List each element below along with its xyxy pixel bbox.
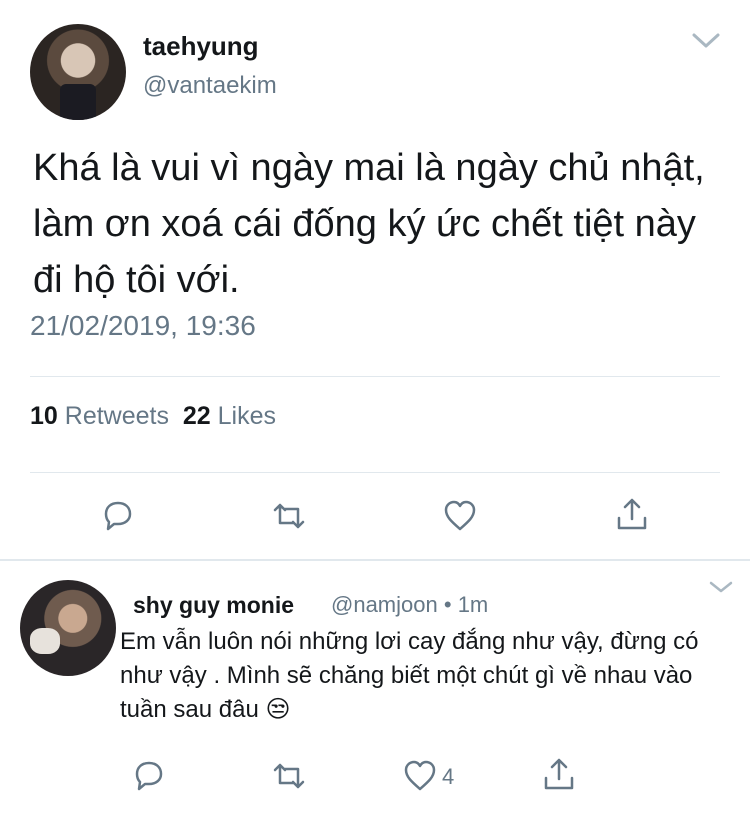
- author-name[interactable]: taehyung: [143, 31, 259, 62]
- divider: [0, 559, 750, 561]
- divider: [30, 376, 720, 377]
- author-handle[interactable]: @vantaekim: [143, 72, 277, 100]
- reply-separator: •: [443, 592, 452, 617]
- like-icon[interactable]: [442, 498, 478, 534]
- reply-avatar[interactable]: [20, 580, 116, 676]
- tweet-stats: 10 Retweets 22 Likes: [30, 402, 276, 431]
- chevron-down-icon[interactable]: [690, 28, 722, 52]
- reply-author-name[interactable]: shy guy monie: [133, 592, 294, 619]
- reply-like-count: 4: [442, 764, 455, 789]
- tweet-timestamp: 21/02/2019, 19:36: [30, 310, 256, 341]
- like-count[interactable]: 22: [183, 402, 211, 430]
- reply-icon[interactable]: [131, 758, 167, 794]
- tweet-text: Khá là vui vì ngày mai là ngày chủ nhật,…: [33, 147, 705, 301]
- like-icon[interactable]: [402, 758, 438, 794]
- retweet-icon[interactable]: [271, 498, 307, 534]
- avatar[interactable]: [30, 24, 126, 120]
- like-label[interactable]: Likes: [218, 402, 276, 430]
- reply-time: 1m: [457, 592, 489, 617]
- share-icon[interactable]: [541, 756, 577, 792]
- retweet-icon[interactable]: [271, 758, 307, 794]
- reply-meta: @namjoon • 1m: [331, 592, 488, 618]
- retweet-count[interactable]: 10: [30, 402, 58, 430]
- reply-author-handle[interactable]: @namjoon: [331, 592, 438, 617]
- divider: [30, 472, 720, 473]
- reply-icon[interactable]: [100, 498, 136, 534]
- reply-text: Em vẫn luôn nói những lơi cay đắng như v…: [120, 628, 699, 723]
- chevron-down-icon[interactable]: [708, 578, 734, 596]
- retweet-label[interactable]: Retweets: [65, 402, 169, 430]
- share-icon[interactable]: [614, 496, 650, 532]
